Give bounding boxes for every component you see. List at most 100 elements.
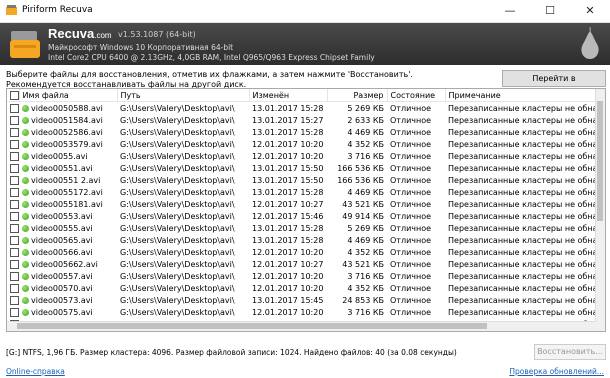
table-row[interactable]: video00565.avi G:\Users\Valery\Desktop\av… bbox=[7, 234, 597, 246]
horizontal-scroll-thumb[interactable] bbox=[17, 323, 487, 329]
file-path: G:\Users\Valery\Desktop\avi\ bbox=[117, 246, 249, 258]
file-name-text: video0052586.avi bbox=[31, 127, 103, 137]
file-modified: 12.01.2017 10:27 bbox=[249, 198, 327, 210]
file-name: video0053579.avi bbox=[19, 138, 117, 150]
table-row[interactable]: video0055172.avi G:\Users\Valery\Desktop\… bbox=[7, 186, 597, 198]
row-checkbox[interactable] bbox=[7, 174, 19, 186]
file-state: Отличное bbox=[387, 294, 445, 306]
vertical-scroll-thumb[interactable] bbox=[597, 101, 603, 221]
minimize-button[interactable]: — bbox=[490, 0, 530, 22]
checkbox-icon[interactable] bbox=[10, 163, 19, 173]
row-checkbox[interactable] bbox=[7, 258, 19, 270]
restore-button[interactable]: Восстановить... bbox=[534, 344, 606, 360]
table-row[interactable]: video0055181.avi G:\Users\Valery\Desktop\… bbox=[7, 198, 597, 210]
row-checkbox[interactable] bbox=[7, 270, 19, 282]
file-name: video00565.avi bbox=[19, 234, 117, 246]
file-path: G:\Users\Valery\Desktop\avi\ bbox=[117, 222, 249, 234]
advanced-mode-button[interactable]: Перейти в расширенный режим bbox=[502, 70, 606, 98]
checkbox-icon[interactable] bbox=[10, 223, 19, 233]
row-checkbox[interactable] bbox=[7, 294, 19, 306]
checkbox-icon[interactable] bbox=[10, 235, 19, 245]
row-checkbox[interactable] bbox=[7, 198, 19, 210]
checkbox-icon[interactable] bbox=[10, 115, 19, 125]
file-comment: Перезаписанные кластеры не обнаружены. bbox=[445, 234, 597, 246]
row-checkbox[interactable] bbox=[7, 138, 19, 150]
file-comment-text: Перезаписанные кластеры не обнаружены. bbox=[448, 115, 597, 125]
file-name-text: video00575.avi bbox=[31, 307, 93, 317]
table-row[interactable]: video0055.avi G:\Users\Valery\Desktop\avi… bbox=[7, 150, 597, 162]
table-row[interactable]: video0050588.avi G:\Users\Valery\Desktop\… bbox=[7, 102, 597, 115]
file-name-text: video00551 2.avi bbox=[31, 175, 101, 185]
file-modified-text: 12.01.2017 10:20 bbox=[252, 247, 324, 257]
file-state: Отличное bbox=[387, 138, 445, 150]
checkbox-icon[interactable] bbox=[10, 307, 19, 317]
file-name: video00575.avi bbox=[19, 306, 117, 318]
green-circle-icon bbox=[22, 284, 29, 292]
row-checkbox[interactable] bbox=[7, 102, 19, 115]
column-header-size[interactable]: Размер bbox=[327, 89, 388, 102]
vertical-scrollbar[interactable] bbox=[595, 89, 605, 331]
table-row[interactable]: video0052586.avi G:\Users\Valery\Desktop\… bbox=[7, 126, 597, 138]
column-header-modified[interactable]: Изменён bbox=[249, 89, 328, 102]
checkbox-icon[interactable] bbox=[10, 187, 19, 197]
checkbox-icon[interactable] bbox=[10, 271, 19, 281]
checkbox-icon[interactable] bbox=[10, 175, 19, 185]
file-comment-text: Перезаписанные кластеры не обнаружены. bbox=[448, 247, 597, 257]
column-header-name[interactable]: Имя файла bbox=[19, 89, 118, 102]
row-checkbox[interactable] bbox=[7, 210, 19, 222]
row-checkbox[interactable] bbox=[7, 114, 19, 126]
row-checkbox[interactable] bbox=[7, 282, 19, 294]
file-modified-text: 13.01.2017 15:50 bbox=[252, 163, 324, 173]
column-header-state[interactable]: Состояние bbox=[387, 89, 446, 102]
checkbox-icon[interactable] bbox=[10, 103, 19, 113]
table-row[interactable]: video00557.avi G:\Users\Valery\Desktop\av… bbox=[7, 270, 597, 282]
table-row[interactable]: video00566.avi G:\Users\Valery\Desktop\av… bbox=[7, 246, 597, 258]
file-path-text: G:\Users\Valery\Desktop\avi\ bbox=[120, 259, 235, 269]
checkbox-icon[interactable] bbox=[10, 283, 19, 293]
table-row[interactable]: video00551.avi G:\Users\Valery\Desktop\av… bbox=[7, 162, 597, 174]
checkbox-icon[interactable] bbox=[10, 259, 19, 269]
select-all-checkbox[interactable] bbox=[7, 89, 20, 102]
close-button[interactable]: ✕ bbox=[570, 0, 610, 22]
row-checkbox[interactable] bbox=[7, 234, 19, 246]
column-header-comment[interactable]: Примечание bbox=[445, 89, 598, 102]
table-row[interactable]: video00553.avi G:\Users\Valery\Desktop\av… bbox=[7, 210, 597, 222]
table-row[interactable]: video00570.avi G:\Users\Valery\Desktop\av… bbox=[7, 282, 597, 294]
file-comment: Перезаписанные кластеры не обнаружены. bbox=[445, 294, 597, 306]
table-row[interactable]: video0051584.avi G:\Users\Valery\Desktop\… bbox=[7, 114, 597, 126]
check-updates-link[interactable]: Проверка обновлений... bbox=[509, 367, 604, 376]
file-modified-text: 12.01.2017 10:20 bbox=[252, 307, 324, 317]
row-checkbox[interactable] bbox=[7, 306, 19, 318]
table-row[interactable]: video00575.avi G:\Users\Valery\Desktop\av… bbox=[7, 306, 597, 318]
row-checkbox[interactable] bbox=[7, 222, 19, 234]
row-checkbox[interactable] bbox=[7, 246, 19, 258]
maximize-button[interactable]: ☐ bbox=[530, 0, 570, 22]
checkbox-icon[interactable] bbox=[10, 247, 19, 257]
checkbox-icon[interactable] bbox=[10, 127, 19, 137]
checkbox-icon[interactable] bbox=[10, 211, 19, 221]
file-name-text: video005662.avi bbox=[31, 259, 98, 269]
horizontal-scrollbar[interactable] bbox=[7, 321, 596, 331]
checkbox-icon[interactable] bbox=[10, 151, 19, 161]
online-help-link[interactable]: Online-справка bbox=[6, 367, 65, 376]
row-checkbox[interactable] bbox=[7, 126, 19, 138]
table-row[interactable]: video00573.avi G:\Users\Valery\Desktop\av… bbox=[7, 294, 597, 306]
checkbox-icon[interactable] bbox=[10, 199, 19, 209]
checkbox-icon[interactable] bbox=[10, 90, 18, 100]
file-state-text: Отличное bbox=[390, 151, 432, 161]
file-comment: Перезаписанные кластеры не обнаружены. bbox=[445, 186, 597, 198]
green-circle-icon bbox=[22, 188, 29, 196]
file-state: Отличное bbox=[387, 270, 445, 282]
table-row[interactable]: video00551 2.avi G:\Users\Valery\Desktop\… bbox=[7, 174, 597, 186]
column-header-path[interactable]: Путь bbox=[117, 89, 250, 102]
file-name-text: video0055181.avi bbox=[31, 199, 103, 209]
checkbox-icon[interactable] bbox=[10, 332, 19, 333]
table-row[interactable]: video005662.avi G:\Users\Valery\Desktop\a… bbox=[7, 258, 597, 270]
row-checkbox[interactable] bbox=[7, 150, 19, 162]
checkbox-icon[interactable] bbox=[10, 139, 19, 149]
row-checkbox[interactable] bbox=[7, 162, 19, 174]
row-checkbox[interactable] bbox=[7, 186, 19, 198]
table-row[interactable]: video00555.avi G:\Users\Valery\Desktop\av… bbox=[7, 222, 597, 234]
table-row[interactable]: video0053579.avi G:\Users\Valery\Desktop\… bbox=[7, 138, 597, 150]
checkbox-icon[interactable] bbox=[10, 295, 19, 305]
